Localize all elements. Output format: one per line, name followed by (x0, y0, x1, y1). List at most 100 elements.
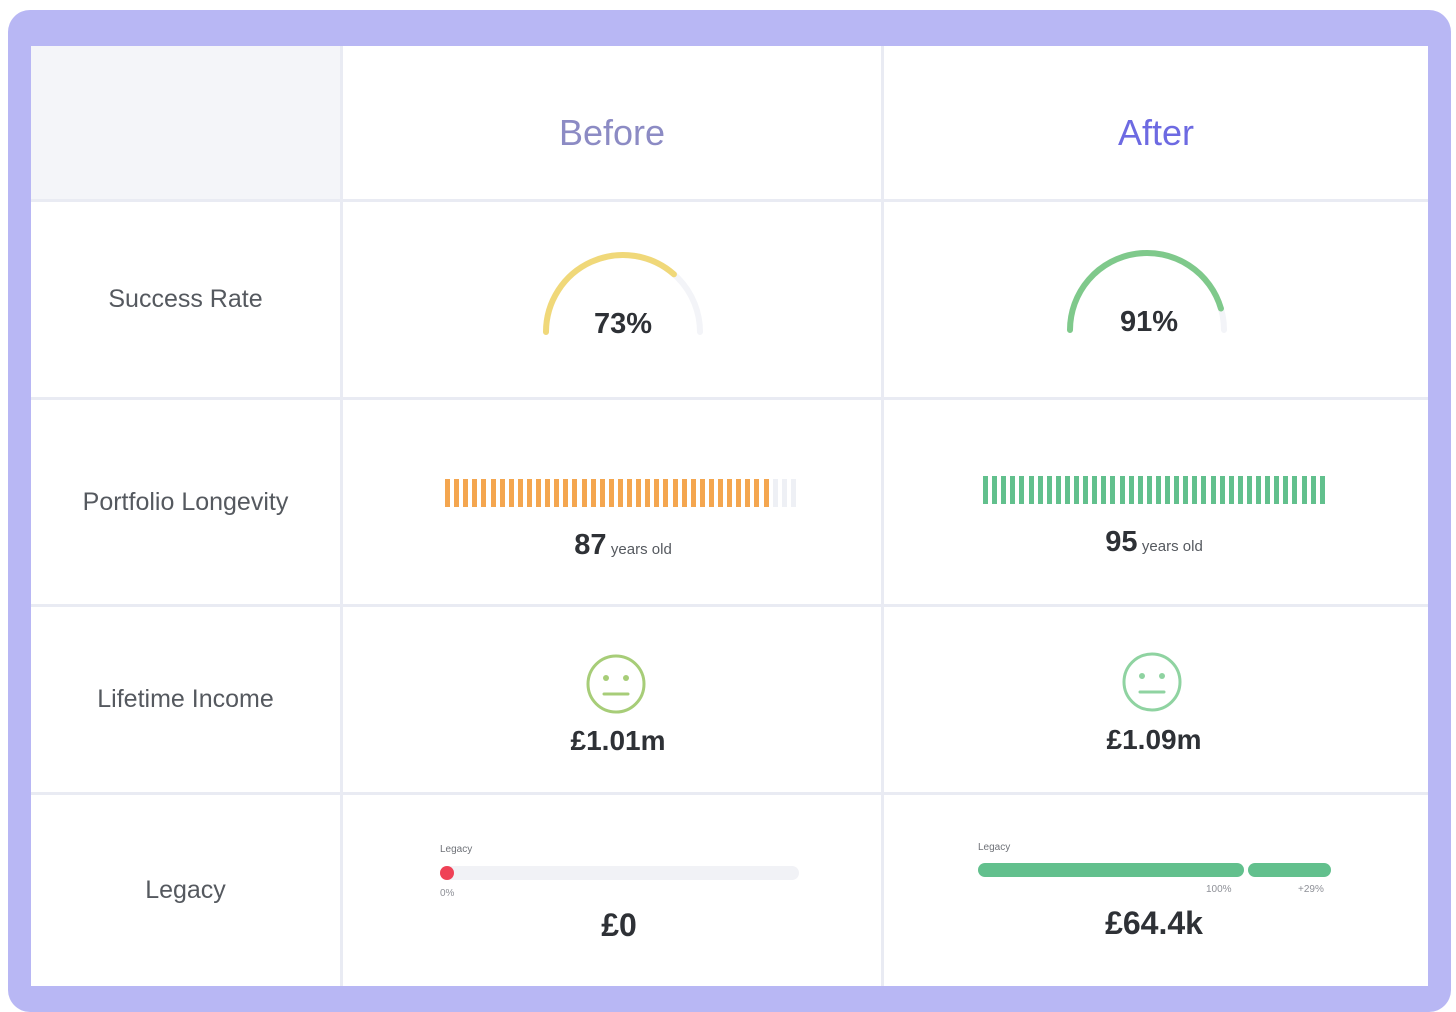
header-after: After (884, 46, 1428, 202)
after-legacy-cell: Legacy 100% +29% £64.4k (884, 795, 1428, 986)
longevity-bar (463, 479, 469, 507)
longevity-bar (1119, 476, 1125, 504)
longevity-bar (590, 479, 596, 507)
before-legacy-scale: 0% (440, 888, 455, 899)
after-title: After (1117, 112, 1195, 153)
longevity-bar (763, 479, 769, 507)
before-legacy-dot (440, 866, 454, 880)
longevity-bar (1092, 476, 1098, 504)
longevity-bar (1101, 476, 1107, 504)
longevity-bar (526, 479, 532, 507)
before-income-cell: £1.01m (343, 607, 884, 795)
longevity-bar (699, 479, 705, 507)
longevity-bar (1019, 476, 1025, 504)
longevity-bar (1283, 476, 1289, 504)
longevity-bar (1310, 476, 1316, 504)
after-age-unit: years old (1141, 538, 1203, 555)
before-success-value: 73% (593, 308, 653, 340)
longevity-bar (1146, 476, 1152, 504)
after-legacy-bar-base (978, 863, 1244, 877)
longevity-bar (1110, 476, 1116, 504)
longevity-bar (1128, 476, 1134, 504)
longevity-bar (727, 479, 733, 507)
longevity-bar (1155, 476, 1161, 504)
after-legacy-extra-label: +29% (1298, 884, 1324, 895)
before-income-value: £1.01m (570, 725, 666, 756)
success-rate-label: Success Rate (108, 285, 263, 313)
longevity-bar (645, 479, 651, 507)
longevity-bar (1246, 476, 1252, 504)
longevity-bar (1265, 476, 1271, 504)
before-longevity-cell: 87 years old (343, 400, 884, 607)
before-legacy-cell: Legacy 0% £0 (343, 795, 884, 986)
longevity-bar (445, 479, 450, 507)
longevity-bar (490, 479, 496, 507)
longevity-bar (472, 479, 478, 507)
before-success-rate-cell: 73% (343, 202, 884, 400)
after-legacy-100-label: 100% (1206, 884, 1232, 895)
longevity-bar (1028, 476, 1034, 504)
neutral-face-icon (1122, 652, 1182, 712)
longevity-bar (1046, 476, 1052, 504)
longevity-bar (708, 479, 714, 507)
longevity-bar (1174, 476, 1180, 504)
longevity-bar (663, 479, 669, 507)
after-success-rate-cell: 91% (884, 202, 1428, 400)
longevity-bar (672, 479, 678, 507)
longevity-bar (581, 479, 587, 507)
after-age: 95 (1105, 526, 1138, 558)
longevity-bar (736, 479, 742, 507)
longevity-bar (992, 476, 998, 504)
longevity-bar (536, 479, 541, 507)
row-label-portfolio-longevity: Portfolio Longevity (31, 400, 343, 607)
longevity-bar (1137, 476, 1143, 504)
longevity-bar (654, 479, 660, 507)
longevity-bar (517, 479, 523, 507)
longevity-bar (781, 479, 787, 507)
longevity-bar (1001, 476, 1007, 504)
longevity-bar (545, 479, 551, 507)
longevity-bar (1301, 476, 1307, 504)
longevity-bar (772, 479, 778, 507)
longevity-bar (563, 479, 569, 507)
before-longevity-bars (445, 479, 797, 507)
before-title: Before (558, 112, 666, 153)
header-before: Before (343, 46, 884, 202)
after-legacy-bar-extra (1248, 863, 1331, 877)
longevity-bar (627, 479, 632, 507)
corner-cell (31, 46, 343, 202)
row-label-legacy: Legacy (31, 795, 343, 986)
before-legacy-value: £0 (601, 907, 637, 943)
comparison-table: Before After Success Rate 73% 91% Portfo… (31, 46, 1428, 986)
before-age: 87 (574, 529, 607, 561)
longevity-bar (983, 476, 988, 504)
neutral-face-icon (586, 654, 646, 714)
row-label-success-rate: Success Rate (31, 202, 343, 400)
after-success-value: 91% (1119, 306, 1179, 338)
after-income-cell: £1.09m (884, 607, 1428, 795)
longevity-bar (1165, 476, 1170, 504)
longevity-bar (1183, 476, 1189, 504)
longevity-bar (617, 479, 623, 507)
longevity-bar (454, 479, 460, 507)
longevity-bar (681, 479, 687, 507)
longevity-bar (1083, 476, 1089, 504)
before-legacy-caption: Legacy (440, 844, 473, 855)
after-longevity-cell: 95 years old (884, 400, 1428, 607)
longevity-bar (1055, 476, 1061, 504)
longevity-bar (1010, 476, 1016, 504)
longevity-bar (1274, 476, 1280, 504)
after-legacy-value: £64.4k (1105, 905, 1203, 941)
longevity-bar (554, 479, 560, 507)
longevity-bar (690, 479, 696, 507)
longevity-bar (1219, 476, 1225, 504)
longevity-bar (1064, 476, 1070, 504)
after-longevity-value: 95 years old (884, 526, 1424, 559)
longevity-bar (1037, 476, 1043, 504)
row-label-lifetime-income: Lifetime Income (31, 607, 343, 795)
longevity-bar (1210, 476, 1216, 504)
after-legacy-caption: Legacy (978, 842, 1011, 853)
longevity-bar (1319, 476, 1325, 504)
after-income-value: £1.09m (1106, 724, 1202, 755)
after-longevity-bars (983, 476, 1325, 504)
